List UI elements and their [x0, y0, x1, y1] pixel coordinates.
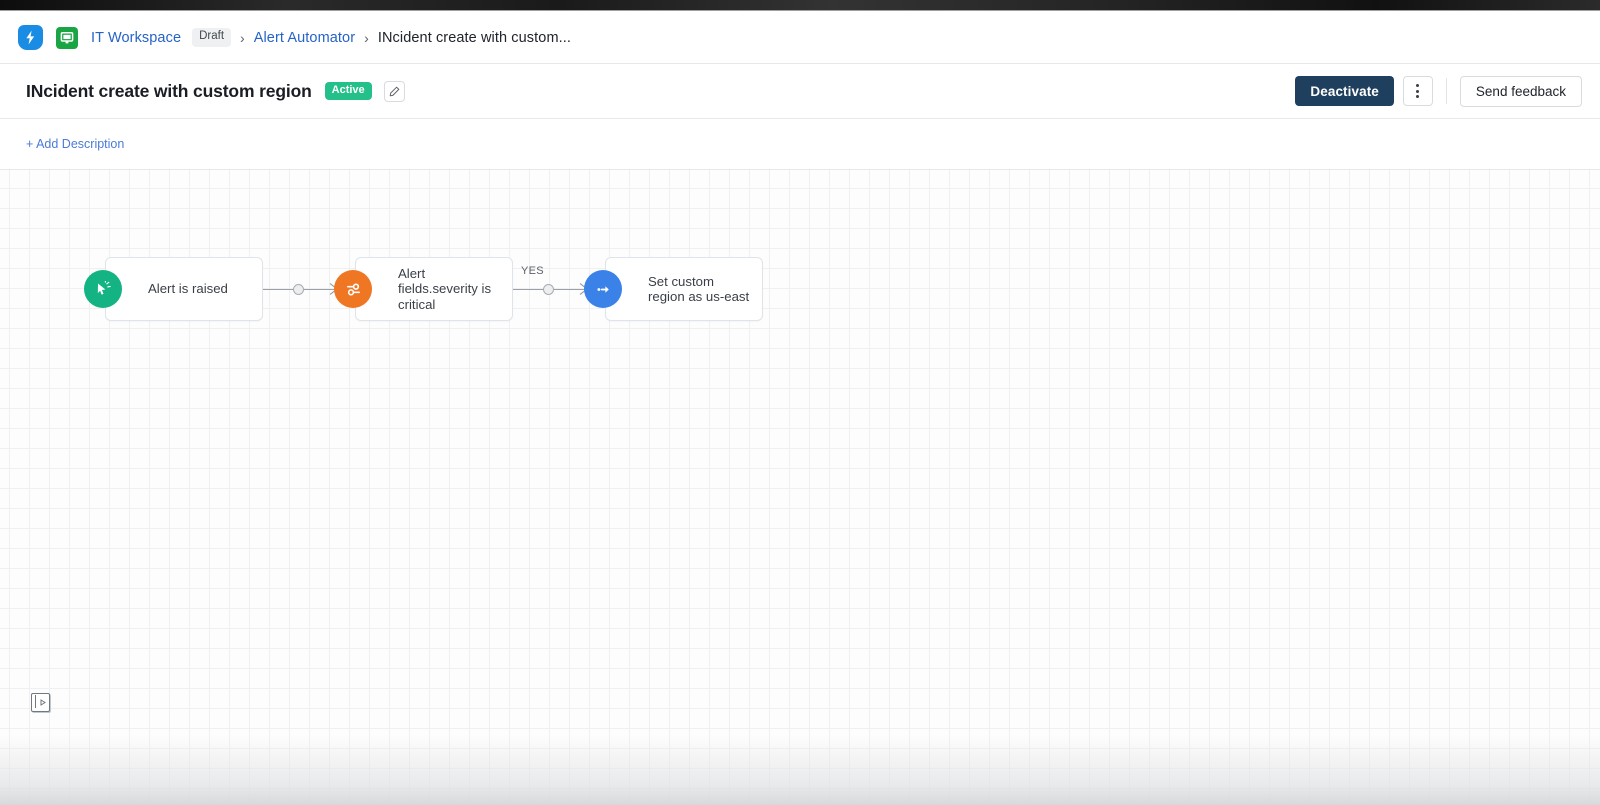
- breadcrumb-workspace-link[interactable]: IT Workspace: [91, 30, 181, 46]
- edit-title-button[interactable]: [383, 80, 405, 102]
- workflow-node-condition-label: Alert fields.severity is critical: [398, 266, 492, 312]
- status-badge: Active: [324, 82, 372, 100]
- pencil-icon: [389, 86, 399, 96]
- arrow-right-circle-icon: [584, 270, 622, 308]
- workflow-edge-2-add-step-button[interactable]: [543, 284, 554, 295]
- panel-collapse-icon: [40, 699, 46, 706]
- page-title-bar: INcident create with custom region Activ…: [0, 64, 1600, 119]
- breadcrumb-bar: IT Workspace Draft › Alert Automator › I…: [0, 12, 1600, 64]
- workflow-edge-2-label: YES: [521, 265, 544, 277]
- kebab-menu-icon-dot-1: [1416, 84, 1420, 87]
- screen-top-edge-artifact: [0, 0, 1600, 11]
- page-title: INcident create with custom region: [26, 80, 312, 101]
- workflow-node-action[interactable]: Set custom region as us-east: [584, 257, 763, 321]
- send-feedback-button[interactable]: Send feedback: [1459, 75, 1582, 107]
- kebab-menu-icon-dot-2: [1416, 89, 1420, 93]
- title-bar-actions: Deactivate Send feedback: [1295, 75, 1582, 107]
- filter-sliders-icon: [334, 270, 372, 308]
- breadcrumb-status-chip: Draft: [192, 28, 232, 47]
- description-bar: + Add Description: [0, 119, 1600, 170]
- workflow-canvas[interactable]: Alert is raised Alert fields.severity is…: [0, 170, 1600, 805]
- workflow-edge-1-add-step-button[interactable]: [293, 284, 304, 295]
- add-description-link[interactable]: + Add Description: [26, 137, 124, 151]
- workflow-node-trigger-label: Alert is raised: [148, 281, 228, 297]
- deactivate-button[interactable]: Deactivate: [1295, 76, 1394, 106]
- lightning-shield-logo-icon[interactable]: [18, 25, 43, 50]
- more-options-button[interactable]: [1402, 76, 1433, 106]
- cursor-click-icon: [84, 270, 122, 308]
- workflow-node-action-label: Set custom region as us-east: [648, 273, 750, 304]
- kebab-menu-icon-dot-3: [1416, 95, 1420, 98]
- breadcrumb-separator-1: ›: [240, 29, 245, 46]
- panel-collapse-toggle-button[interactable]: [31, 693, 50, 712]
- workflow-node-condition[interactable]: Alert fields.severity is critical: [334, 257, 513, 321]
- breadcrumb-section-link[interactable]: Alert Automator: [254, 30, 355, 46]
- breadcrumb-separator-2: ›: [364, 29, 369, 46]
- monitor-icon[interactable]: [56, 26, 78, 49]
- workflow-node-trigger[interactable]: Alert is raised: [84, 257, 263, 321]
- breadcrumb-current-page: INcident create with custom...: [377, 29, 572, 46]
- toolbar-divider: [1445, 78, 1447, 104]
